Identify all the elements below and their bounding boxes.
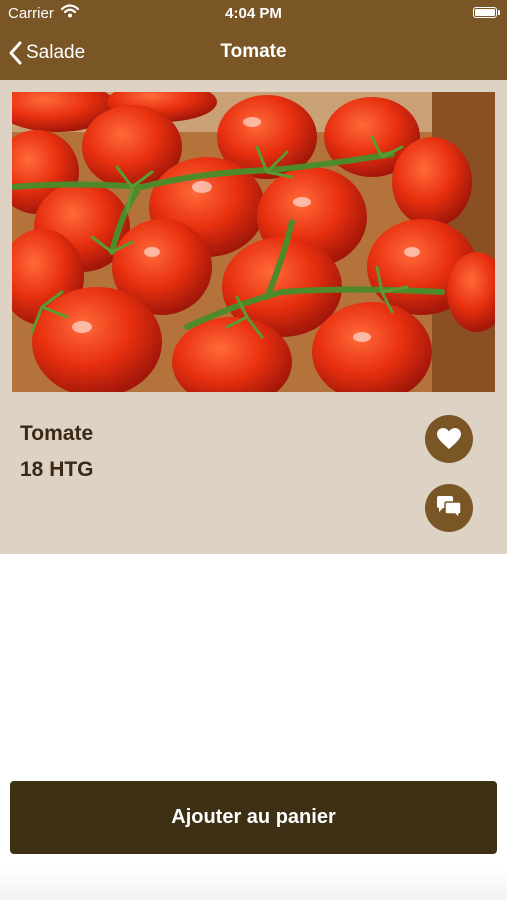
chat-button[interactable] bbox=[425, 484, 473, 532]
battery-tip bbox=[498, 10, 500, 15]
product-name: Tomate bbox=[20, 422, 94, 445]
product-price: 18 HTG bbox=[20, 458, 94, 481]
chat-bubbles-icon bbox=[437, 496, 462, 520]
back-button-label: Salade bbox=[26, 42, 86, 63]
add-to-cart-button[interactable]: Ajouter au panier bbox=[10, 781, 497, 854]
heart-icon bbox=[437, 428, 461, 449]
chevron-left-icon bbox=[9, 41, 22, 65]
navigation-bar: Salade Tomate bbox=[0, 28, 507, 80]
battery-icon bbox=[473, 7, 497, 18]
favorite-button[interactable] bbox=[425, 415, 473, 463]
status-time: 4:04 PM bbox=[225, 5, 282, 22]
back-button[interactable]: Salade bbox=[8, 38, 85, 68]
product-card: Tomate 18 HTG bbox=[0, 80, 507, 554]
status-bar: Carrier 4:04 PM bbox=[0, 0, 507, 28]
bottom-safe-area bbox=[0, 870, 507, 900]
product-image bbox=[12, 92, 495, 392]
